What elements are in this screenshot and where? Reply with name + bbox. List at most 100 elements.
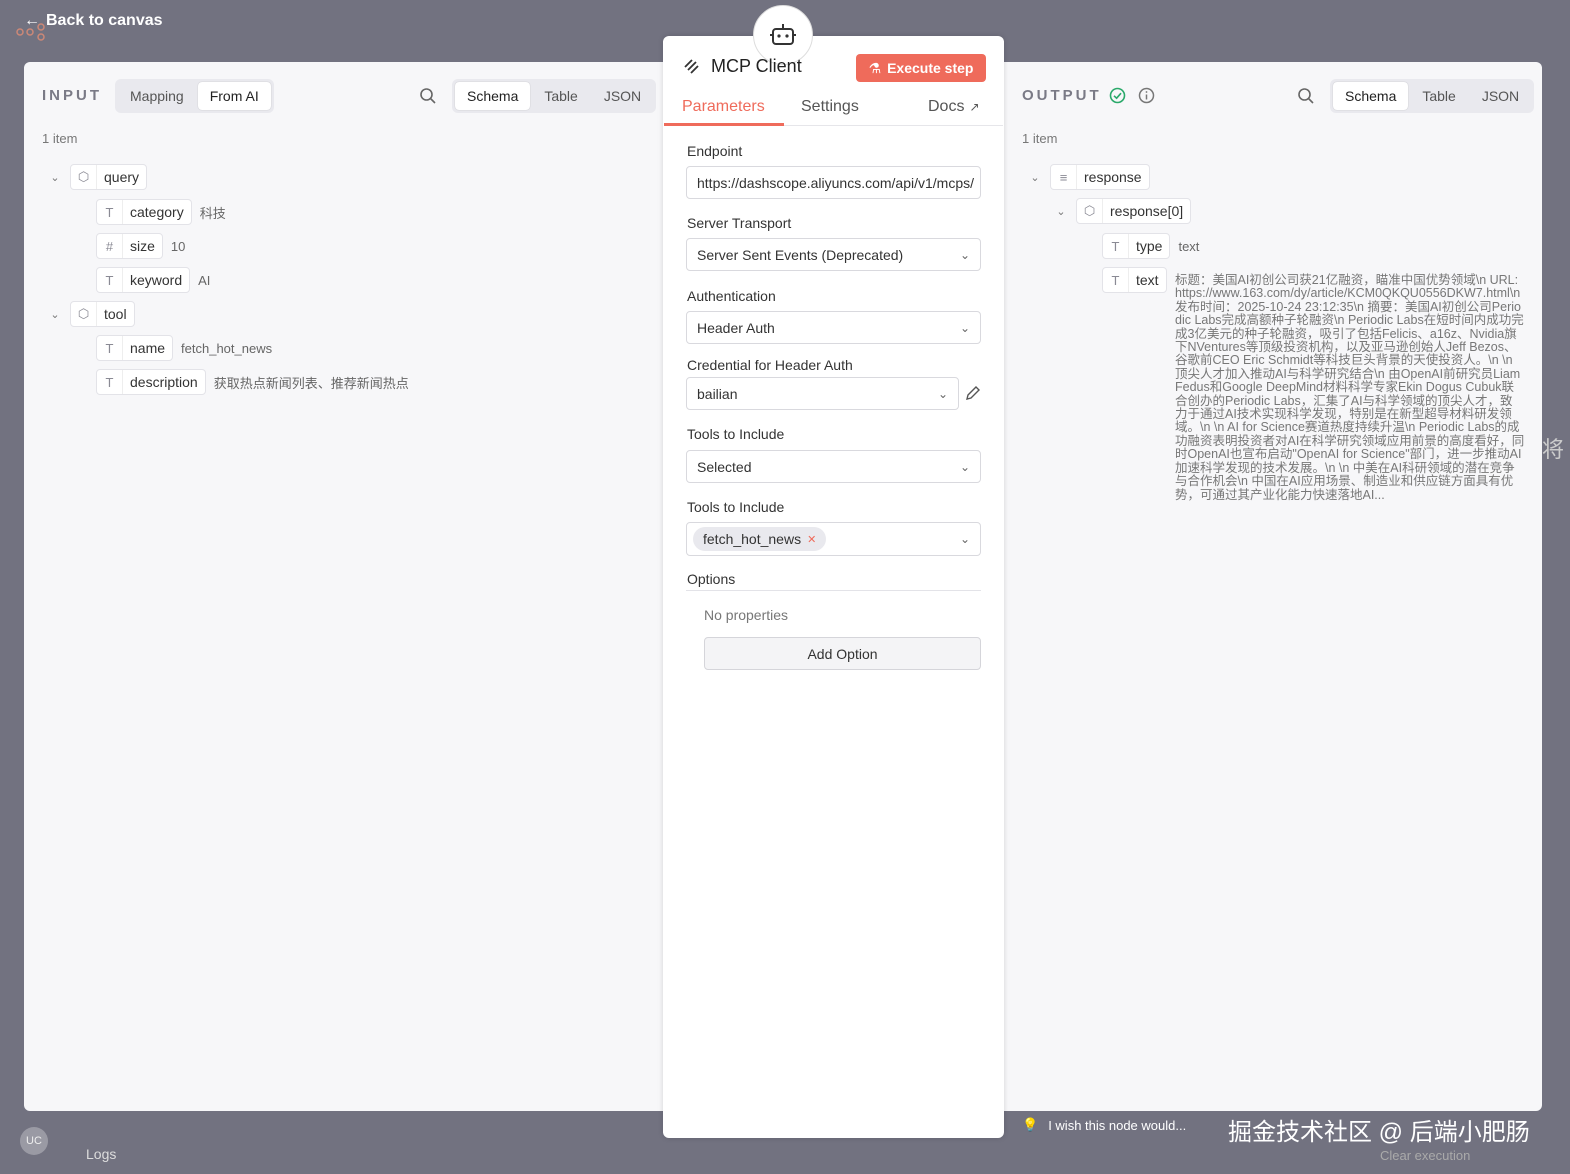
tree-row-name: T name fetch_hot_news (96, 335, 272, 361)
list-icon: ≡ (1051, 165, 1077, 189)
tools-selected-label: Tools to Include (687, 499, 785, 515)
back-to-canvas-label: Back to canvas (46, 12, 163, 29)
clear-execution-button[interactable]: Clear execution (1380, 1148, 1470, 1163)
tree-row-keyword: T keyword AI (96, 267, 210, 293)
tab-mapping[interactable]: Mapping (118, 82, 196, 110)
add-option-button[interactable]: Add Option (704, 637, 981, 670)
field-value: 科技 (199, 205, 226, 221)
field-name: name (130, 340, 166, 356)
tool-chip-label: fetch_hot_news (703, 531, 802, 547)
logs-label[interactable]: Logs (86, 1146, 116, 1162)
input-mode-tabs: Mapping From AI (115, 79, 274, 113)
tab-schema[interactable]: Schema (1333, 82, 1409, 110)
tree-row-type: T type text (1102, 233, 1199, 259)
credential-label: Credential for Header Auth (687, 357, 853, 373)
tree-row-response[interactable]: ⌄ ≡ response (1028, 164, 1150, 190)
chevron-down-icon[interactable]: ⌄ (1028, 171, 1042, 184)
schema-pill: T description (96, 369, 206, 395)
schema-pill: ≡ response (1050, 164, 1150, 190)
text-type-icon: T (97, 200, 123, 224)
docs-label: Docs (928, 98, 965, 115)
tab-table[interactable]: Table (532, 82, 589, 110)
search-icon[interactable] (1297, 87, 1315, 105)
field-value: fetch_hot_news (181, 340, 273, 356)
field-name: response[0] (1110, 203, 1184, 219)
field-value: 10 (170, 238, 186, 254)
no-properties-text: No properties (704, 607, 789, 623)
search-icon[interactable] (419, 87, 437, 105)
chevron-down-icon[interactable]: ⌄ (48, 171, 62, 184)
tab-docs[interactable]: Docs ↗ (928, 98, 980, 116)
external-link-icon: ↗ (969, 100, 980, 114)
arrow-left-icon: ← (24, 12, 40, 29)
field-name: response (1084, 169, 1142, 185)
auth-label: Authentication (687, 288, 776, 304)
execute-step-button[interactable]: ⚗ Execute step (856, 54, 986, 82)
robot-icon (770, 24, 796, 45)
tools-mode-label: Tools to Include (687, 426, 785, 442)
tab-schema[interactable]: Schema (455, 82, 531, 110)
schema-pill: T text (1102, 267, 1167, 293)
tree-row-query[interactable]: ⌄ ⬡ query (48, 164, 148, 190)
close-icon[interactable]: ✕ (807, 533, 816, 546)
schema-pill: T type (1102, 233, 1171, 259)
endpoint-input[interactable]: https://dashscope.aliyuncs.com/api/v1/mc… (686, 166, 981, 199)
chevron-down-icon[interactable]: ⌄ (1054, 205, 1068, 218)
lightbulb-icon: 💡 (1022, 1117, 1039, 1132)
text-type-icon: T (1103, 234, 1129, 258)
tab-parameters[interactable]: Parameters (682, 98, 765, 116)
active-tab-underline (664, 123, 784, 126)
input-items-count: 1 item (42, 131, 78, 146)
object-icon: ⬡ (1077, 199, 1103, 223)
field-name: tool (104, 306, 127, 322)
tools-multiselect[interactable]: fetch_hot_news ✕ ⌄ (686, 522, 981, 556)
tree-row-tool[interactable]: ⌄ ⬡ tool (48, 301, 135, 327)
tree-row-text: T text (1102, 267, 1167, 293)
tab-json[interactable]: JSON (592, 82, 653, 110)
chevron-down-icon: ⌄ (959, 321, 970, 335)
field-name: description (130, 374, 198, 390)
transport-value: Server Sent Events (Deprecated) (697, 246, 904, 263)
text-type-icon: T (97, 268, 123, 292)
output-view-tabs: Schema Table JSON (1330, 79, 1535, 113)
node-title-text[interactable]: MCP Client (711, 56, 802, 77)
text-type-icon: T (1103, 268, 1129, 292)
node-tabs: Parameters Settings Docs ↗ (664, 92, 1003, 126)
edit-pencil-icon[interactable] (965, 385, 981, 401)
flask-icon: ⚗ (868, 59, 882, 76)
field-value: 获取热点新闻列表、推荐新闻热点 (213, 375, 409, 391)
background-glyph: 将 (1542, 437, 1565, 462)
back-to-canvas-button[interactable]: ← Back to canvas (24, 12, 163, 30)
field-name: keyword (130, 272, 183, 288)
avatar[interactable]: UC (20, 1127, 48, 1155)
auth-select[interactable]: Header Auth ⌄ (686, 311, 981, 344)
options-label: Options (687, 571, 736, 587)
field-name: category (130, 204, 184, 220)
info-icon[interactable] (1138, 87, 1155, 104)
schema-pill: # size (96, 233, 163, 259)
schema-pill: ⬡ query (70, 164, 148, 190)
input-view-tabs: Schema Table JSON (452, 79, 657, 113)
chevron-down-icon: ⌄ (959, 460, 970, 474)
tab-settings[interactable]: Settings (801, 98, 859, 116)
tab-table[interactable]: Table (1410, 82, 1467, 110)
chevron-down-icon: ⌄ (959, 248, 970, 262)
tree-row-description: T description 获取热点新闻列表、推荐新闻热点 (96, 369, 409, 395)
text-type-icon: T (97, 336, 123, 360)
node-title: MCP Client (683, 56, 802, 77)
chevron-down-icon[interactable]: ⌄ (48, 308, 62, 321)
text-type-icon: T (97, 370, 123, 394)
success-check-icon (1109, 87, 1126, 104)
transport-select[interactable]: Server Sent Events (Deprecated) ⌄ (686, 238, 981, 271)
tree-row-size: # size 10 (96, 233, 185, 259)
tab-from-ai[interactable]: From AI (197, 82, 271, 110)
chevron-down-icon: ⌄ (937, 387, 948, 401)
node-settings-panel (663, 36, 1004, 1138)
tools-mode-select[interactable]: Selected ⌄ (686, 450, 981, 483)
credential-select[interactable]: bailian ⌄ (686, 377, 959, 410)
output-title: OUTPUT (1022, 87, 1102, 104)
feedback-hint[interactable]: 💡 I wish this node would... (1022, 1117, 1186, 1133)
tab-json[interactable]: JSON (1470, 82, 1531, 110)
output-items-count: 1 item (1022, 131, 1058, 146)
tree-row-response0[interactable]: ⌄ ⬡ response[0] (1054, 198, 1192, 224)
